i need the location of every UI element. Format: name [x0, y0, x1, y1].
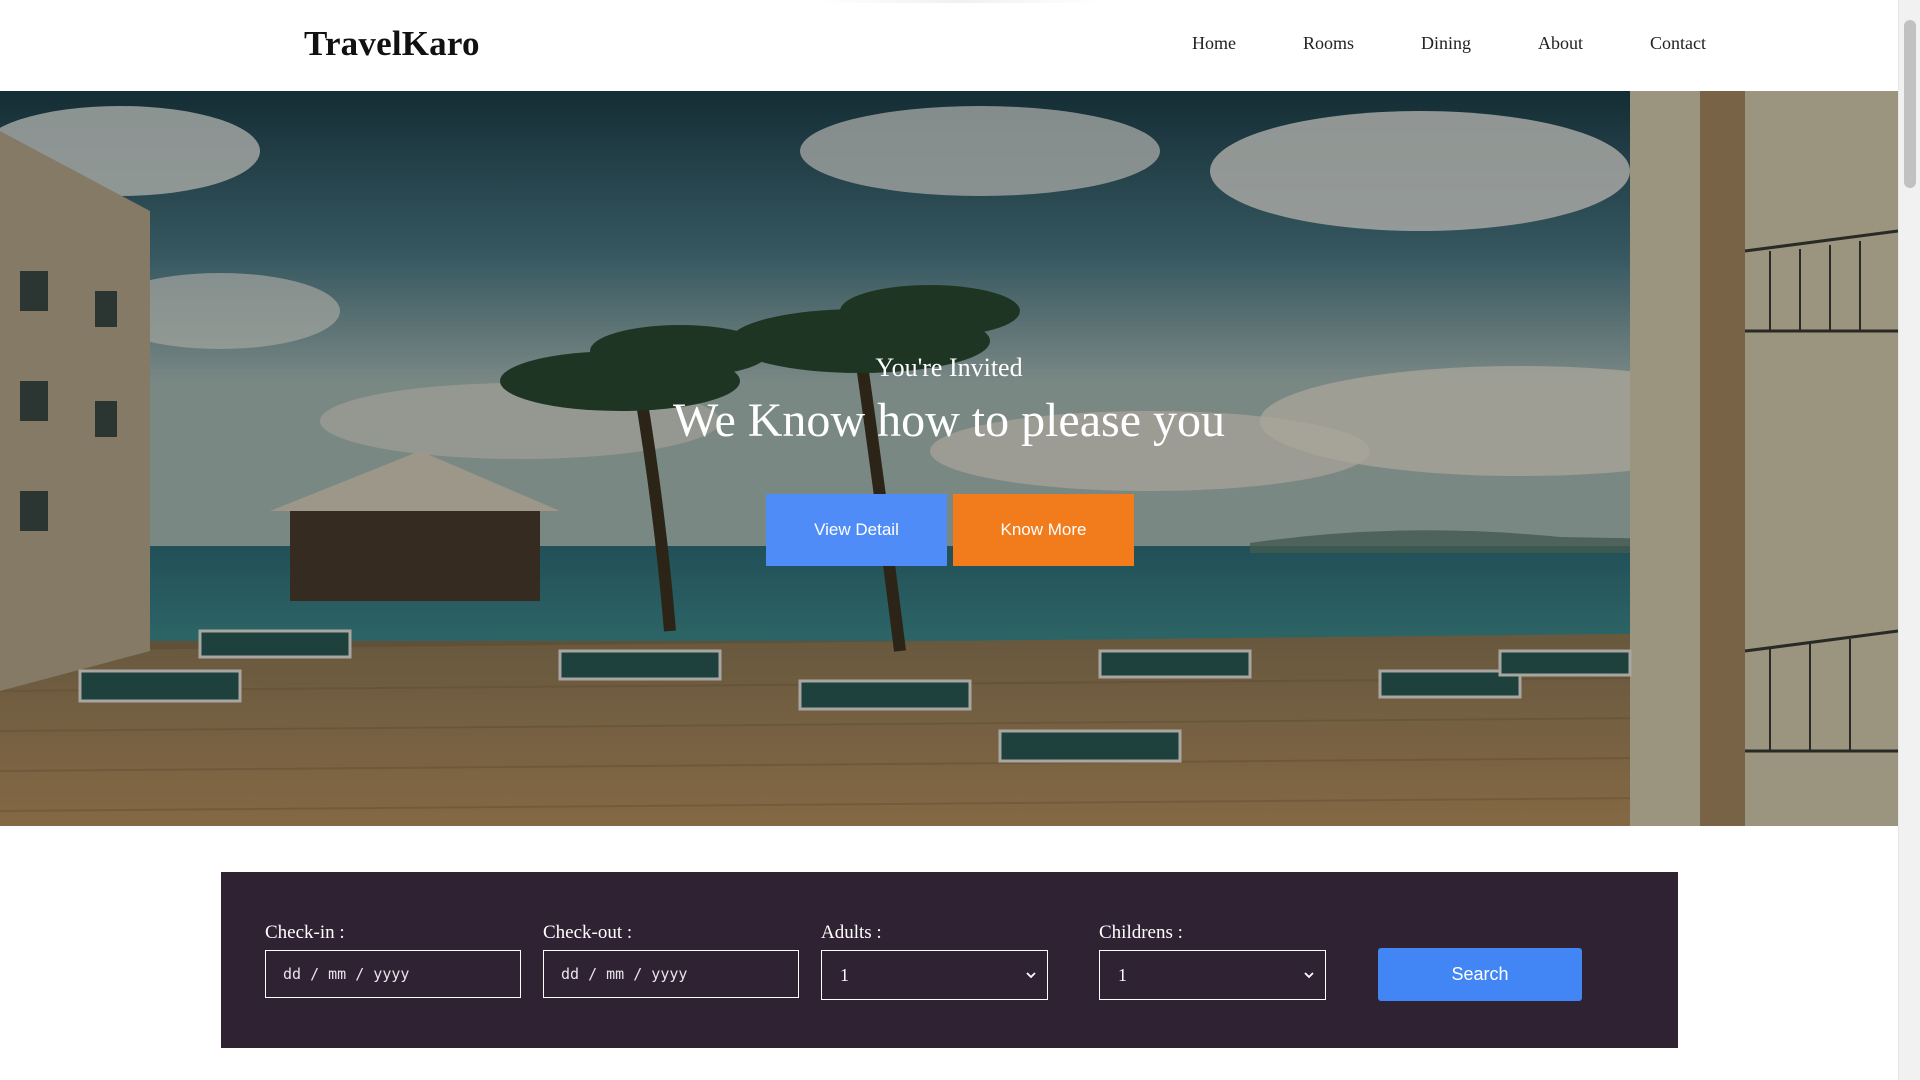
booking-panel: Check-in : dd / mm / yyyy Check-out : dd… [221, 872, 1678, 1048]
hero-cta-group: View Detail Know More [766, 494, 1134, 566]
chevron-down-icon [1304, 972, 1314, 979]
children-label: Childrens : [1099, 922, 1183, 943]
checkin-label: Check-in : [265, 922, 345, 943]
page-scrollbar[interactable] [1898, 0, 1920, 1080]
scrollbar-thumb[interactable] [1904, 20, 1916, 188]
checkout-date-input[interactable]: dd / mm / yyyy [543, 950, 799, 998]
know-more-button[interactable]: Know More [953, 494, 1134, 566]
site-header: TravelKaro Home Rooms Dining About Conta… [0, 0, 1898, 91]
adults-field: Adults : 1 [821, 922, 1048, 1000]
search-button[interactable]: Search [1378, 948, 1582, 1001]
adults-select-value: 1 [840, 964, 849, 985]
children-select[interactable]: 1 [1099, 950, 1326, 1000]
adults-select[interactable]: 1 [821, 950, 1048, 1000]
hero-eyebrow: You're Invited [875, 353, 1023, 382]
hero-headline: We Know how to please you [672, 394, 1226, 447]
hero-banner: You're Invited We Know how to please you… [0, 91, 1898, 826]
main-nav: Home Rooms Dining About Contact [1125, 33, 1706, 54]
brand-logo[interactable]: TravelKaro [304, 24, 480, 64]
checkout-field: Check-out : dd / mm / yyyy [543, 922, 799, 998]
hero-overlay [0, 91, 1898, 826]
children-field: Childrens : 1 [1099, 922, 1326, 1000]
children-select-value: 1 [1118, 964, 1127, 985]
nav-dining[interactable]: Dining [1421, 33, 1471, 54]
adults-label: Adults : [821, 922, 882, 943]
view-detail-button[interactable]: View Detail [766, 494, 947, 566]
checkout-label: Check-out : [543, 922, 633, 943]
checkin-field: Check-in : dd / mm / yyyy [265, 922, 521, 998]
nav-rooms[interactable]: Rooms [1303, 33, 1354, 54]
nav-about[interactable]: About [1538, 33, 1583, 54]
chevron-down-icon [1026, 972, 1036, 979]
nav-home[interactable]: Home [1192, 33, 1236, 54]
nav-contact[interactable]: Contact [1650, 33, 1706, 54]
page: TravelKaro Home Rooms Dining About Conta… [0, 0, 1920, 1080]
checkin-date-input[interactable]: dd / mm / yyyy [265, 950, 521, 998]
